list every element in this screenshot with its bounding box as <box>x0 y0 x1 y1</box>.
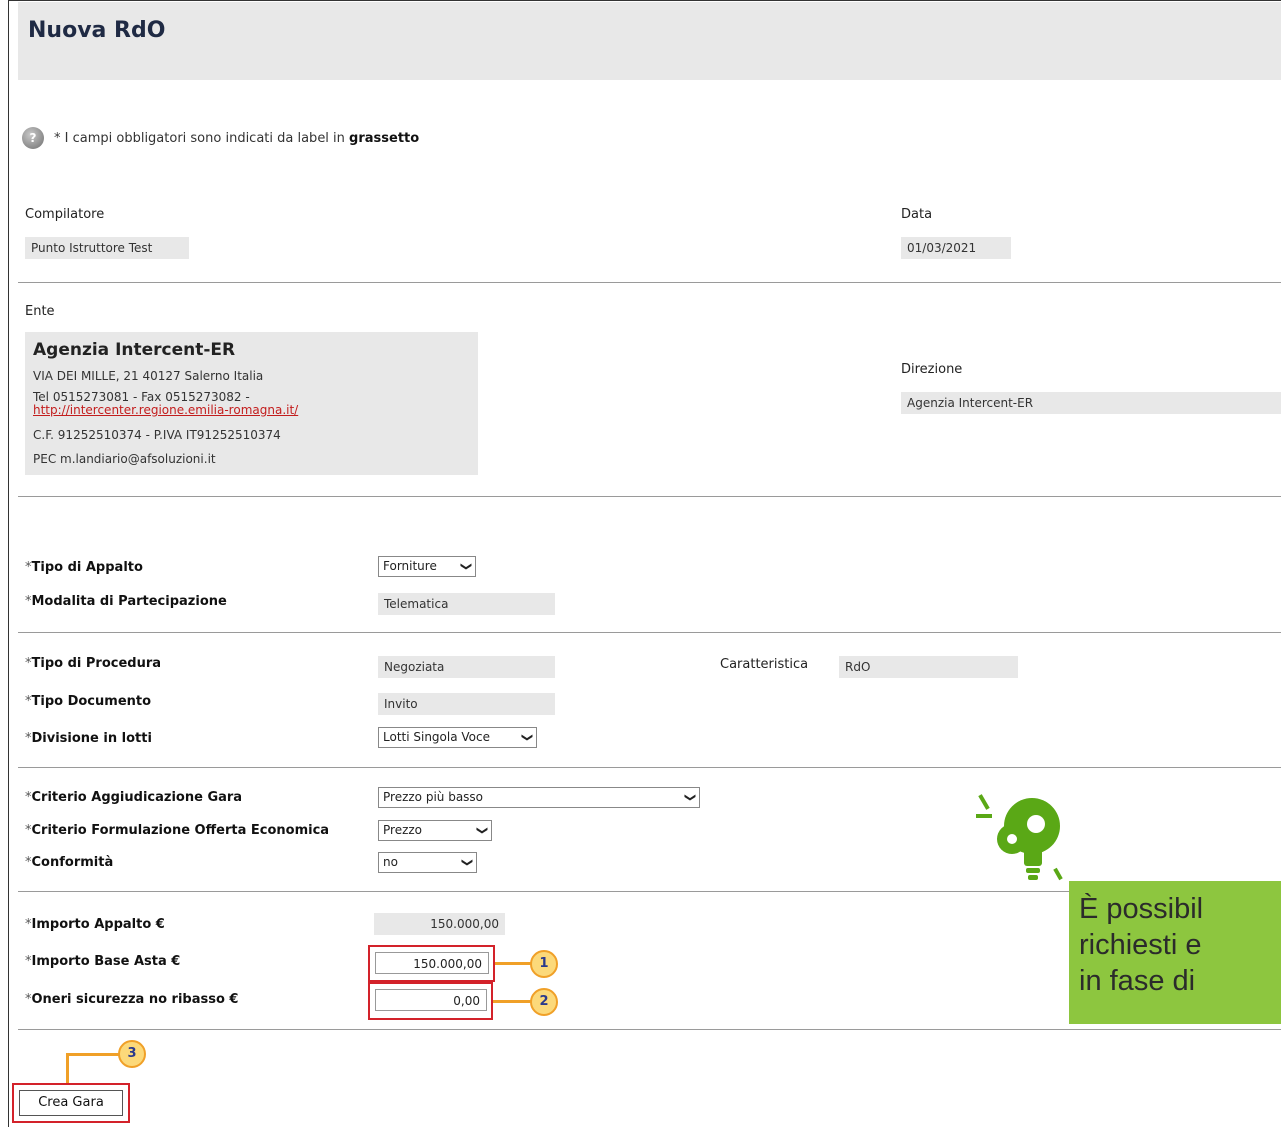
data-value: 01/03/2021 <box>901 237 1011 259</box>
ente-card: Agenzia Intercent-ER VIA DEI MILLE, 21 4… <box>25 332 478 475</box>
ente-fiscal: C.F. 91252510374 - P.IVA IT91252510374 <box>33 428 281 442</box>
conformita-text: Conformità <box>31 855 114 870</box>
importo-appalto-text: Importo Appalto € <box>31 917 165 932</box>
divisione-lotti-select[interactable]: Lotti Singola Voce ❯ <box>378 727 537 748</box>
modalita-value: Telematica <box>378 593 555 615</box>
divisione-lotti-value: Lotti Singola Voce <box>383 730 490 744</box>
caratteristica-label: Caratteristica <box>720 657 809 672</box>
title-bar <box>18 2 1281 80</box>
tipo-appalto-select[interactable]: Forniture ❯ <box>378 556 476 577</box>
conformita-value: no <box>383 855 398 869</box>
chevron-down-icon: ❯ <box>520 732 534 743</box>
ente-website-link[interactable]: http://intercenter.regione.emilia-romagn… <box>33 403 298 417</box>
tipo-procedura-value: Negoziata <box>378 656 555 678</box>
oneri-sicurezza-label: *Oneri sicurezza no ribasso € <box>25 992 238 1007</box>
oneri-sicurezza-input[interactable]: 0,00 <box>375 989 487 1011</box>
criterio-aggiudicazione-value: Prezzo più basso <box>383 790 484 804</box>
tipo-documento-text: Tipo Documento <box>31 694 152 709</box>
importo-appalto-label: *Importo Appalto € <box>25 917 165 932</box>
divider <box>18 1029 1281 1030</box>
ente-phone: Tel 0515273081 - Fax 0515273082 - <box>33 390 250 404</box>
required-fields-note: * I campi obbligatori sono indicati da l… <box>54 131 419 146</box>
divisione-lotti-text: Divisione in lotti <box>31 731 152 746</box>
ente-name: Agenzia Intercent-ER <box>33 340 236 360</box>
callout-connector <box>493 1000 531 1003</box>
chevron-down-icon: ❯ <box>459 561 473 572</box>
chevron-down-icon: ❯ <box>475 825 489 836</box>
note-bold: grassetto <box>349 131 420 146</box>
chevron-down-icon: ❯ <box>683 792 697 803</box>
tipo-procedura-label: *Tipo di Procedura <box>25 656 161 671</box>
oneri-sicurezza-text: Oneri sicurezza no ribasso € <box>31 992 239 1007</box>
direzione-value: Agenzia Intercent-ER <box>901 392 1281 414</box>
divisione-lotti-label: *Divisione in lotti <box>25 731 152 746</box>
tip-line-1: È possibil <box>1079 893 1204 925</box>
divider <box>18 496 1281 497</box>
importo-base-asta-text: Importo Base Asta € <box>31 954 181 969</box>
callout-connector <box>495 962 531 965</box>
criterio-formulazione-value: Prezzo <box>383 823 423 837</box>
callout-1: 1 <box>530 950 558 978</box>
callout-2: 2 <box>530 988 558 1016</box>
direzione-label: Direzione <box>901 362 963 377</box>
conformita-select[interactable]: no ❯ <box>378 852 477 873</box>
criterio-aggiudicazione-text: Criterio Aggiudicazione Gara <box>31 790 243 805</box>
criterio-aggiudicazione-label: *Criterio Aggiudicazione Gara <box>25 790 242 805</box>
callout-connector <box>66 1053 119 1056</box>
tipo-appalto-text: Tipo di Appalto <box>31 560 143 575</box>
tipo-documento-label: *Tipo Documento <box>25 694 151 709</box>
note-text: * I campi obbligatori sono indicati da l… <box>54 131 350 146</box>
ente-pec: PEC m.landiario@afsoluzioni.it <box>33 452 216 466</box>
criterio-formulazione-select[interactable]: Prezzo ❯ <box>378 820 492 841</box>
tipo-appalto-value: Forniture <box>383 559 437 573</box>
importo-base-asta-label: *Importo Base Asta € <box>25 954 180 969</box>
lightbulb-gear-icon <box>976 794 1063 881</box>
criterio-aggiudicazione-select[interactable]: Prezzo più basso ❯ <box>378 787 700 808</box>
importo-base-asta-input[interactable]: 150.000,00 <box>375 952 489 974</box>
tip-line-2: richiesti e <box>1079 929 1202 961</box>
compilatore-value: Punto Istruttore Test <box>25 237 189 259</box>
conformita-label: *Conformità <box>25 855 113 870</box>
modalita-label: *Modalita di Partecipazione <box>25 594 227 609</box>
tipo-appalto-label: *Tipo di Appalto <box>25 560 143 575</box>
crea-gara-button[interactable]: Crea Gara <box>19 1090 123 1116</box>
callout-connector <box>66 1053 69 1084</box>
divider <box>18 767 1281 768</box>
criterio-formulazione-label: *Criterio Formulazione Offerta Economica <box>25 823 329 838</box>
tip-box: È possibil richiesti e in fase di <box>1069 881 1281 1024</box>
divider <box>18 632 1281 633</box>
chevron-down-icon: ❯ <box>460 857 474 868</box>
tip-line-3: in fase di <box>1079 965 1196 997</box>
data-label: Data <box>901 207 933 222</box>
tipo-procedura-text: Tipo di Procedura <box>31 656 162 671</box>
ente-label: Ente <box>25 304 55 319</box>
modalita-text: Modalita di Partecipazione <box>31 594 227 609</box>
tipo-documento-value: Invito <box>378 693 555 715</box>
importo-appalto-value: 150.000,00 <box>374 913 505 935</box>
help-circle-icon[interactable]: ? <box>22 127 44 149</box>
caratteristica-value: RdO <box>839 656 1018 678</box>
criterio-formulazione-text: Criterio Formulazione Offerta Economica <box>31 823 330 838</box>
page-title: Nuova RdO <box>28 18 166 43</box>
ente-address: VIA DEI MILLE, 21 40127 Salerno Italia <box>33 369 264 383</box>
divider <box>18 282 1281 283</box>
compilatore-label: Compilatore <box>25 207 105 222</box>
callout-3: 3 <box>118 1040 146 1068</box>
